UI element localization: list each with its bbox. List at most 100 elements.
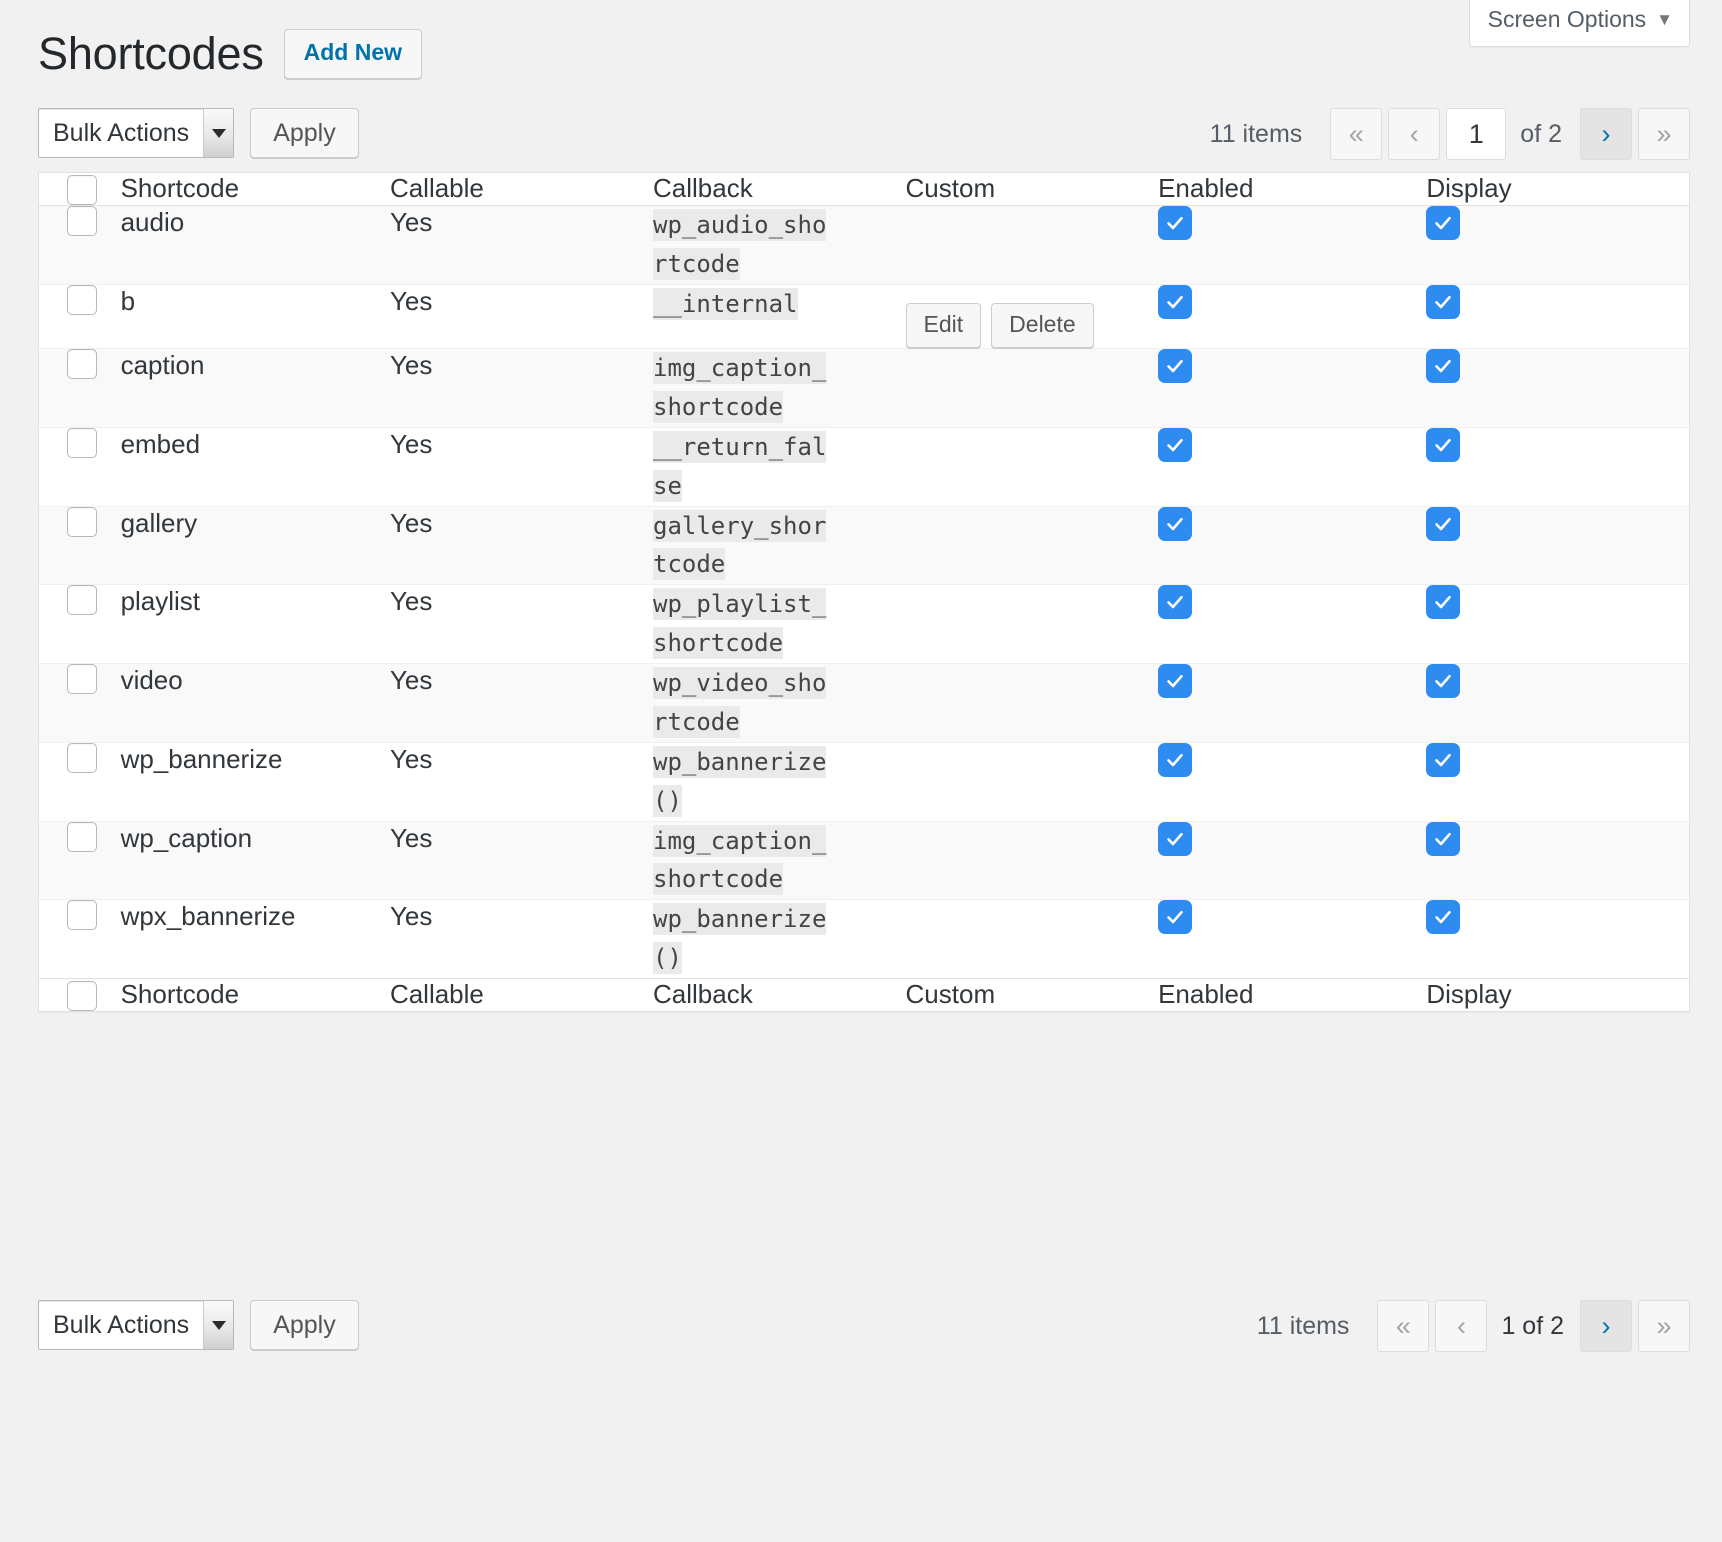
callback-code: gallery_shortcode	[653, 509, 827, 581]
row-checkbox[interactable]	[67, 506, 97, 537]
callback-code-wrap: gallery_shortcode	[653, 507, 839, 585]
row-checkbox[interactable]	[67, 664, 97, 695]
cell-display	[1426, 427, 1690, 507]
row-checkbox[interactable]	[67, 742, 97, 773]
column-footer-callable[interactable]: Callable	[389, 978, 653, 1012]
bulk-actions-select-top[interactable]: Bulk Actions	[38, 108, 235, 158]
column-footer-custom[interactable]: Custom	[905, 978, 1159, 1012]
row-checkbox[interactable]	[67, 349, 97, 380]
cell-enabled	[1158, 663, 1427, 743]
table-row: wp_bannerize Yes wp_bannerize()	[38, 742, 1690, 822]
enabled-toggle[interactable]	[1158, 284, 1193, 319]
chevron-down-icon: ▼	[1656, 9, 1673, 29]
cell-callback: __internal	[653, 284, 906, 350]
table-footer-row: Shortcode Callable Callback Custom Enabl…	[38, 978, 1690, 1012]
table-row: embed Yes __return_false	[38, 427, 1690, 507]
enabled-toggle[interactable]	[1158, 427, 1193, 462]
enabled-toggle[interactable]	[1158, 742, 1193, 777]
next-page-button-bottom[interactable]: ›	[1580, 1300, 1632, 1352]
page-title: Shortcodes	[38, 28, 264, 79]
enabled-toggle[interactable]	[1158, 506, 1193, 541]
delete-button[interactable]: Delete	[991, 302, 1094, 349]
column-footer-enabled[interactable]: Enabled	[1158, 978, 1427, 1012]
screen-options-button[interactable]: Screen Options ▼	[1470, 0, 1689, 46]
row-checkbox[interactable]	[67, 585, 97, 616]
display-toggle[interactable]	[1426, 206, 1461, 240]
select-all-checkbox-bottom[interactable]	[67, 981, 97, 1012]
column-header-callable[interactable]: Callable	[389, 172, 653, 206]
callback-code: wp_bannerize()	[653, 903, 827, 975]
cell-shortcode: wp_caption	[120, 821, 390, 901]
callback-code-wrap: wp_audio_shortcode	[653, 206, 839, 284]
table-row: video Yes wp_video_shortcode	[38, 663, 1690, 743]
callback-code-wrap: img_caption_shortcode	[653, 349, 839, 427]
column-footer-shortcode[interactable]: Shortcode	[120, 978, 390, 1012]
next-page-button-top[interactable]: ›	[1580, 108, 1632, 160]
column-header-custom[interactable]: Custom	[905, 172, 1159, 206]
display-toggle[interactable]	[1426, 664, 1461, 699]
column-header-display[interactable]: Display	[1426, 172, 1690, 206]
row-checkbox[interactable]	[67, 427, 97, 458]
prev-page-button-bottom[interactable]: ‹	[1435, 1300, 1488, 1352]
cell-callback: img_caption_shortcode	[653, 821, 906, 901]
first-page-button-top[interactable]: «	[1330, 108, 1383, 160]
display-toggle[interactable]	[1426, 585, 1461, 620]
row-select-cell	[38, 427, 121, 507]
cell-callable: Yes	[389, 901, 433, 932]
row-checkbox[interactable]	[67, 821, 97, 852]
display-toggle[interactable]	[1426, 284, 1461, 319]
enabled-toggle[interactable]	[1158, 821, 1193, 856]
cell-enabled	[1158, 584, 1427, 665]
first-page-button-bottom[interactable]: «	[1377, 1300, 1430, 1352]
callback-code-wrap: wp_playlist_shortcode	[653, 585, 839, 663]
last-page-button-bottom[interactable]: »	[1638, 1300, 1690, 1352]
callback-code: wp_playlist_shortcode	[653, 588, 827, 660]
cell-display	[1426, 506, 1690, 586]
select-all-header	[38, 172, 121, 206]
last-page-button-top[interactable]: »	[1638, 108, 1690, 160]
select-all-checkbox-top[interactable]	[67, 175, 97, 205]
callback-code: __internal	[653, 287, 798, 320]
column-footer-display[interactable]: Display	[1426, 978, 1690, 1012]
bulk-actions-select-bottom[interactable]: Bulk Actions	[38, 1300, 235, 1350]
enabled-toggle[interactable]	[1158, 900, 1193, 935]
enabled-toggle[interactable]	[1158, 349, 1193, 384]
display-toggle[interactable]	[1426, 349, 1461, 384]
column-header-shortcode[interactable]: Shortcode	[120, 172, 390, 206]
prev-page-button-top[interactable]: ‹	[1388, 108, 1441, 160]
row-checkbox[interactable]	[67, 900, 97, 931]
cell-callable: Yes	[389, 284, 653, 350]
cell-callback: wp_bannerize()	[653, 900, 906, 979]
callback-code-wrap: __internal	[653, 285, 839, 324]
column-header-callback[interactable]: Callback	[653, 172, 906, 206]
cell-shortcode: audio	[120, 205, 390, 285]
bulk-actions-group-top: Bulk Actions Apply	[38, 108, 359, 158]
enabled-toggle[interactable]	[1158, 664, 1193, 699]
enabled-toggle[interactable]	[1158, 585, 1193, 620]
display-toggle[interactable]	[1426, 427, 1461, 462]
display-toggle[interactable]	[1426, 821, 1461, 856]
cell-shortcode: video	[120, 663, 390, 743]
apply-button-top[interactable]: Apply	[250, 108, 359, 158]
row-checkbox[interactable]	[67, 206, 97, 236]
column-header-enabled[interactable]: Enabled	[1158, 172, 1427, 206]
display-toggle[interactable]	[1426, 742, 1461, 777]
cell-enabled	[1158, 900, 1426, 979]
edit-button[interactable]: Edit	[905, 302, 982, 349]
display-toggle[interactable]	[1426, 900, 1461, 935]
screen-options-label: Screen Options	[1487, 6, 1647, 32]
cell-custom	[905, 506, 1159, 586]
display-toggle[interactable]	[1426, 506, 1461, 541]
cell-custom	[905, 205, 1159, 285]
current-page-input-top[interactable]	[1446, 108, 1507, 160]
pagination-bottom: 11 items « ‹ 1 of 2 › »	[1257, 1300, 1690, 1352]
enabled-toggle[interactable]	[1158, 206, 1193, 240]
column-footer-callback[interactable]: Callback	[653, 978, 906, 1012]
callback-code-wrap: wp_bannerize()	[653, 743, 839, 821]
cell-shortcode: wp_bannerize	[120, 742, 390, 822]
add-new-button[interactable]: Add New	[283, 29, 423, 79]
cell-custom	[905, 348, 1159, 428]
apply-button-bottom[interactable]: Apply	[250, 1300, 359, 1350]
table-row: gallery Yes gallery_shortcode	[38, 506, 1690, 586]
row-checkbox[interactable]	[67, 284, 97, 315]
